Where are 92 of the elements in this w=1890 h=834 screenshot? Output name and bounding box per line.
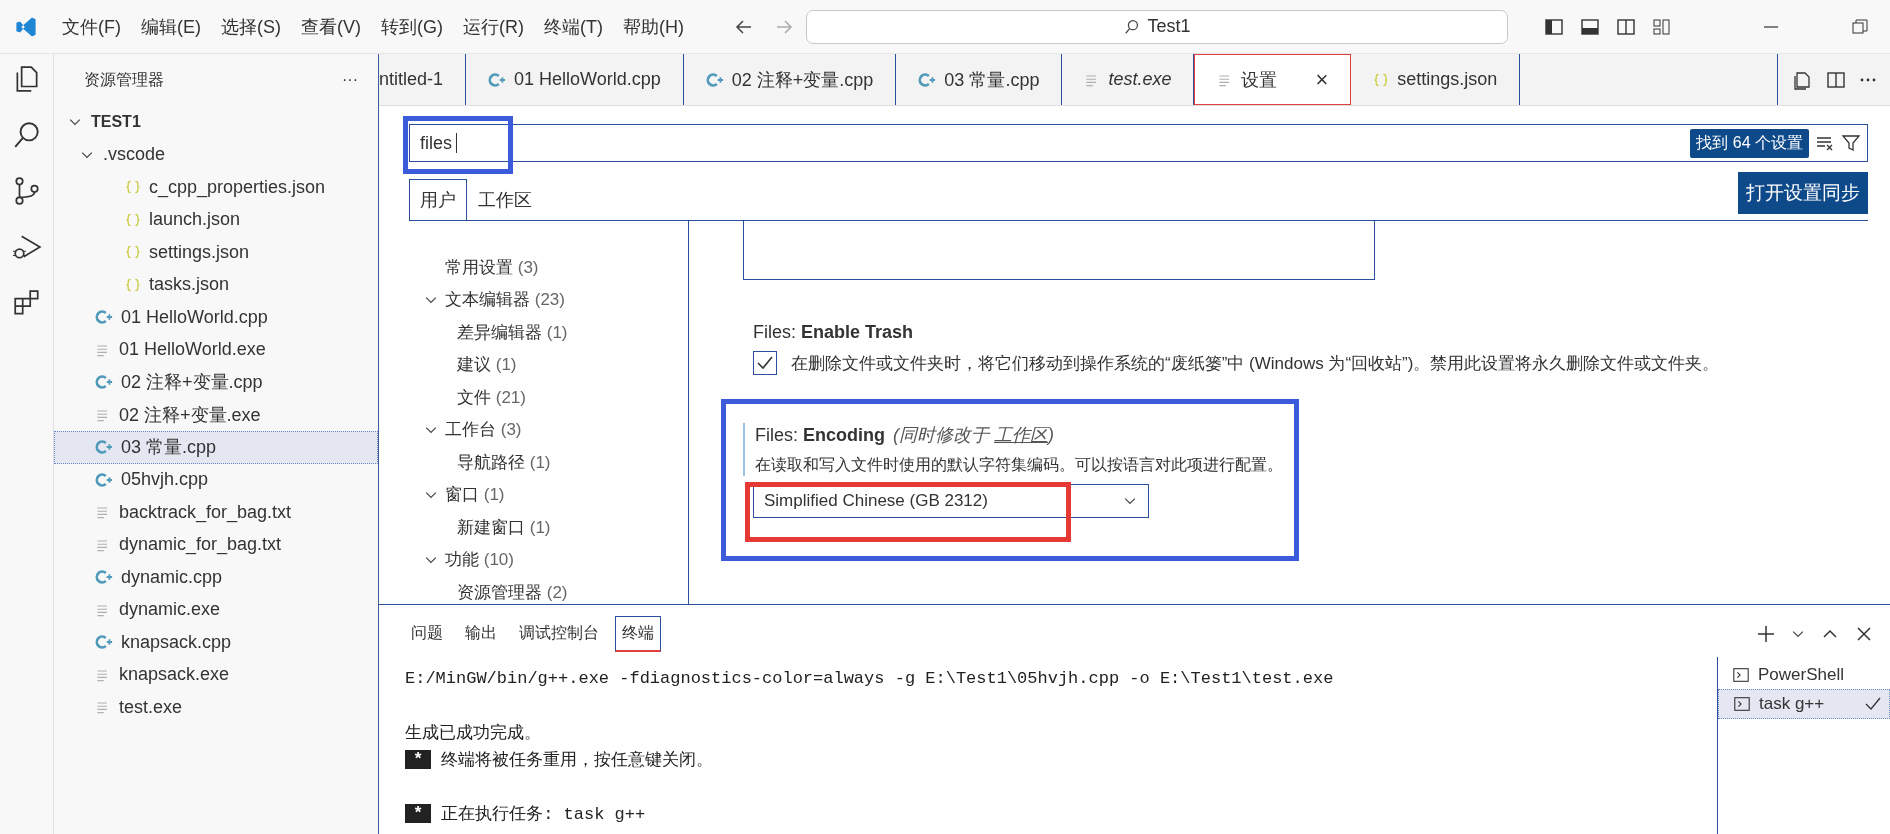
file-row[interactable]: 03 常量.cpp [54, 431, 378, 464]
more-actions-button[interactable]: ··· [342, 71, 358, 89]
cpp-file-icon [488, 70, 507, 89]
toc-item[interactable]: 窗口 (1) [409, 478, 688, 511]
toc-item[interactable]: 文件 (21) [409, 381, 688, 414]
menu-item[interactable]: 终端(T) [534, 10, 613, 43]
close-button[interactable]: × [1315, 66, 1329, 93]
setting-title: Files: Encoding [755, 425, 885, 446]
toc-item[interactable]: 文本编辑器 (23) [409, 283, 688, 316]
file-row[interactable]: knapsack.exe [54, 658, 378, 691]
panel-toggle-icon [1580, 16, 1600, 37]
panel-tab[interactable]: 调试控制台 [513, 616, 605, 652]
setting-title: Files: Enable Trash [753, 322, 915, 343]
folder-row[interactable]: .vscode [54, 138, 378, 171]
panel-tab[interactable]: 终端 [615, 616, 661, 652]
file-row[interactable]: dynamic_for_bag.txt [54, 528, 378, 561]
cpp-file-icon [705, 70, 724, 89]
file-row[interactable]: 02 注释+变量.cpp [54, 366, 378, 399]
menu-item[interactable]: 帮助(H) [612, 10, 694, 43]
file-row[interactable]: tasks.json [54, 268, 378, 301]
terminal-list-item[interactable]: task g++ [1718, 689, 1890, 719]
layout-grid-icon [1652, 16, 1672, 37]
terminal-badge: * [405, 804, 432, 823]
folder-row[interactable]: TEST1 [54, 106, 378, 139]
open-file-icon [1792, 69, 1812, 90]
cpp-file-icon [95, 438, 113, 457]
terminal-line: 终端将被任务重用，按任意键关闭。 [441, 750, 714, 771]
menu-item[interactable]: 编辑(E) [131, 10, 211, 43]
file-row[interactable]: backtrack_for_bag.txt [54, 496, 378, 529]
editor-tab[interactable]: ntitled-1 [379, 54, 467, 105]
scope-tab[interactable]: 工作区 [467, 179, 543, 220]
sync-button[interactable]: 打开设置同步 [1738, 172, 1868, 214]
restore-icon [1850, 16, 1870, 37]
modified-note: (同时修改于 [893, 425, 992, 445]
menu-item[interactable]: 查看(V) [291, 10, 371, 43]
explorer-title: 资源管理器 [84, 69, 164, 90]
plus-icon [1756, 624, 1776, 644]
toc-item[interactable]: 常用设置 (3) [409, 251, 688, 284]
terminal-line: E:/MinGW/bin/g++.exe -fdiagnostics-color=always -g E:\Test1\05hvjh.cpp -o E:\Test1\test.exe [405, 669, 1334, 688]
settings-search-field[interactable]: files 找到 64 个设置 [409, 124, 1868, 162]
editor-tab[interactable]: 设置 × [1194, 54, 1352, 105]
result-count: 找到 64 个设置 [1690, 128, 1809, 158]
terminal-line: 正在执行任务: task g++ [441, 804, 646, 825]
cpp-file-icon [918, 70, 937, 89]
sidebar-toggle-icon [1544, 16, 1564, 37]
cpp-file-icon [95, 470, 113, 489]
toc-item[interactable]: 差异编辑器 (1) [409, 316, 688, 349]
filter-icon [1841, 133, 1861, 153]
minimize-icon [1764, 25, 1778, 28]
checkbox[interactable] [753, 351, 777, 375]
file-row[interactable]: test.exe [54, 691, 378, 724]
toc-item[interactable]: 建议 (1) [409, 348, 688, 381]
setting-description: 在删除文件或文件夹时，将它们移动到操作系统的“废纸篓”中 (Windows 为“回收站”)。禁用此设置将永久删除文件或文件夹。 [791, 352, 1720, 375]
menu-item[interactable]: 运行(R) [453, 10, 534, 43]
file-row[interactable]: c_cpp_properties.json [54, 171, 378, 204]
scope-tab[interactable]: 用户 [409, 179, 467, 220]
more-icon [1860, 77, 1876, 82]
file-row[interactable]: launch.json [54, 203, 378, 236]
file-row[interactable]: dynamic.exe [54, 593, 378, 626]
encoding-dropdown[interactable]: Simplified Chinese (GB 2312) [753, 484, 1149, 518]
toc-item[interactable]: 资源管理器 (2) [409, 576, 688, 604]
cpp-file-icon [95, 633, 113, 652]
terminal-badge: * [405, 750, 432, 769]
file-row[interactable]: 01 HelloWorld.cpp [54, 301, 378, 334]
toc-item[interactable]: 导航路径 (1) [409, 446, 688, 479]
terminal-icon [1733, 695, 1751, 713]
terminal-list-item[interactable]: PowerShell [1718, 661, 1890, 689]
terminal-icon [1732, 666, 1750, 684]
file-row[interactable]: 01 HelloWorld.exe [54, 333, 378, 366]
setting-description: 在读取和写入文件时使用的默认字符集编码。可以按语言对此项进行配置。 [743, 447, 1868, 476]
menu-item[interactable]: 文件(F) [52, 10, 131, 43]
file-row[interactable]: dynamic.cpp [54, 561, 378, 594]
file-row[interactable]: knapsack.cpp [54, 626, 378, 659]
toc-item[interactable]: 工作台 (3) [409, 413, 688, 446]
split-layout-icon [1616, 16, 1636, 37]
extensions-icon [11, 288, 42, 318]
cpp-file-icon [95, 373, 113, 392]
text-input[interactable] [743, 221, 1375, 280]
cpp-file-icon [95, 568, 113, 587]
menu-item[interactable]: 转到(G) [371, 10, 453, 43]
terminal-line: 生成已成功完成。 [405, 722, 541, 744]
command-center[interactable]: Test1 [805, 9, 1508, 44]
file-row[interactable]: settings.json [54, 236, 378, 269]
file-row[interactable]: 02 注释+变量.exe [54, 398, 378, 431]
menu-item[interactable]: 选择(S) [211, 10, 291, 43]
panel-tab[interactable]: 问题 [405, 616, 449, 652]
panel-tab[interactable]: 输出 [459, 616, 503, 652]
file-row[interactable]: 05hvjh.cpp [54, 463, 378, 496]
split-editor-icon [1826, 69, 1846, 90]
toc-item[interactable]: 功能 (10) [409, 543, 688, 576]
toc-item[interactable]: 新建窗口 (1) [409, 511, 688, 544]
cpp-file-icon [95, 308, 113, 327]
